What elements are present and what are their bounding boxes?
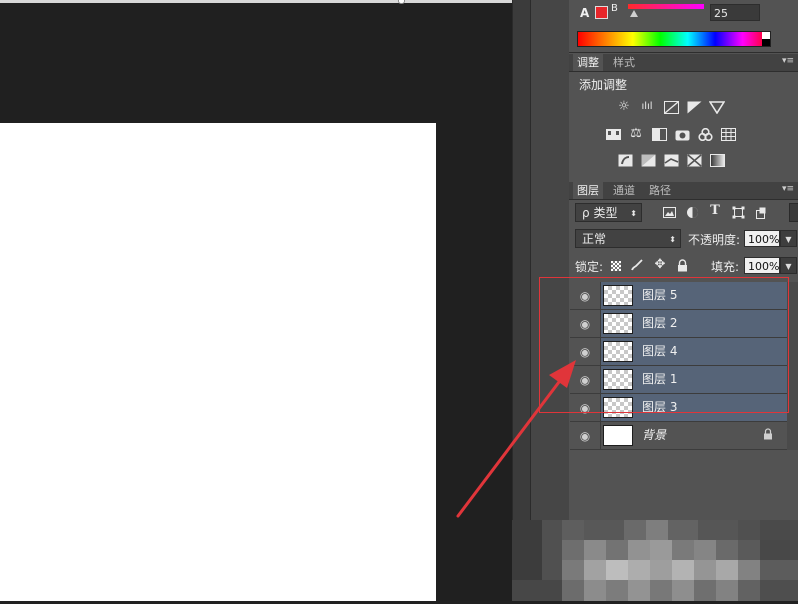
lock-position-icon[interactable]: ✥ <box>652 258 668 272</box>
layer-row-background[interactable]: ◉ 背景 <box>570 422 787 450</box>
adjustments-tabbar: 调整 样式 ▾≡ <box>569 54 798 72</box>
brightness-contrast-icon[interactable]: ☼ <box>616 100 632 114</box>
tab-paths[interactable]: 路径 <box>645 182 675 199</box>
fill-dropdown-icon[interactable]: ▼ <box>780 257 797 274</box>
channel-label-a: A <box>580 6 590 20</box>
image-filter-icon[interactable] <box>661 205 677 219</box>
color-balance-icon[interactable]: ⚖ <box>628 127 644 141</box>
lock-image-pixels-icon[interactable] <box>629 258 645 272</box>
filter-kind-label: 类型 <box>593 206 618 220</box>
color-spectrum-ramp[interactable] <box>577 31 771 47</box>
tab-channels[interactable]: 通道 <box>609 182 639 199</box>
filter-toggle-switch[interactable] <box>789 203 798 222</box>
blend-mode-select[interactable]: 正常 ⬍ <box>575 229 681 248</box>
opacity-field[interactable]: 100% <box>744 230 780 247</box>
lock-icon <box>763 428 773 443</box>
layer-name[interactable]: 背景 <box>642 422 666 449</box>
levels-icon[interactable]: ılıl <box>639 100 655 114</box>
invert-icon[interactable] <box>617 153 633 167</box>
search-icon: ρ <box>582 206 590 220</box>
black-white-icon[interactable] <box>651 127 667 141</box>
curves-icon[interactable] <box>663 100 679 114</box>
layer-thumbnail <box>603 425 633 446</box>
smart-object-filter-icon[interactable] <box>753 205 769 219</box>
layers-tabbar: 图层 通道 路径 ▾≡ <box>569 182 798 200</box>
document-canvas[interactable] <box>0 123 436 601</box>
tab-layers[interactable]: 图层 <box>573 182 603 199</box>
channel-mixer-icon[interactable] <box>697 127 713 141</box>
opacity-dropdown-icon[interactable]: ▼ <box>780 230 797 247</box>
color-lookup-icon[interactable] <box>720 127 736 141</box>
document-top-edge <box>0 0 512 3</box>
vibrance-icon[interactable] <box>709 100 725 114</box>
adjustments-heading: 添加调整 <box>579 78 628 92</box>
lock-transparent-pixels-icon[interactable] <box>611 261 621 271</box>
b-channel-slider-track[interactable] <box>628 4 704 9</box>
posterize-icon[interactable] <box>640 153 656 167</box>
b-channel-value-field[interactable]: 25 <box>710 4 760 21</box>
shape-filter-icon[interactable] <box>730 205 746 219</box>
hue-saturation-icon[interactable] <box>605 127 621 141</box>
type-filter-icon[interactable]: T <box>707 204 723 218</box>
fill-label: 填充: <box>711 260 740 274</box>
panel-menu-icon[interactable]: ▾≡ <box>782 182 794 197</box>
panel-menu-icon[interactable]: ▾≡ <box>782 54 794 69</box>
channel-label-b: B <box>611 3 618 14</box>
tab-adjustments[interactable]: 调整 <box>573 54 603 71</box>
layer-filter-kind-select[interactable]: ρ 类型 ⬍ <box>575 203 642 222</box>
selective-color-icon[interactable] <box>686 153 702 167</box>
adjustment-filter-icon[interactable] <box>684 205 700 219</box>
slider-thumb-icon[interactable] <box>630 10 638 17</box>
photo-filter-icon[interactable] <box>674 127 690 141</box>
updown-icon: ⬍ <box>630 209 637 218</box>
threshold-icon[interactable] <box>663 153 679 167</box>
updown-icon: ⬍ <box>669 235 676 244</box>
blend-mode-value: 正常 <box>582 232 607 246</box>
gradient-map-icon[interactable] <box>709 153 725 167</box>
lock-label: 锁定: <box>575 260 604 274</box>
lock-all-icon[interactable] <box>674 258 690 272</box>
pixelated-region <box>512 520 798 601</box>
fill-field[interactable]: 100% <box>744 257 780 274</box>
tab-styles[interactable]: 样式 <box>609 54 639 71</box>
exposure-icon[interactable] <box>686 100 702 114</box>
foreground-color-swatch[interactable] <box>595 6 608 19</box>
opacity-label: 不透明度: <box>688 233 741 247</box>
annotation-arrow <box>456 360 576 518</box>
